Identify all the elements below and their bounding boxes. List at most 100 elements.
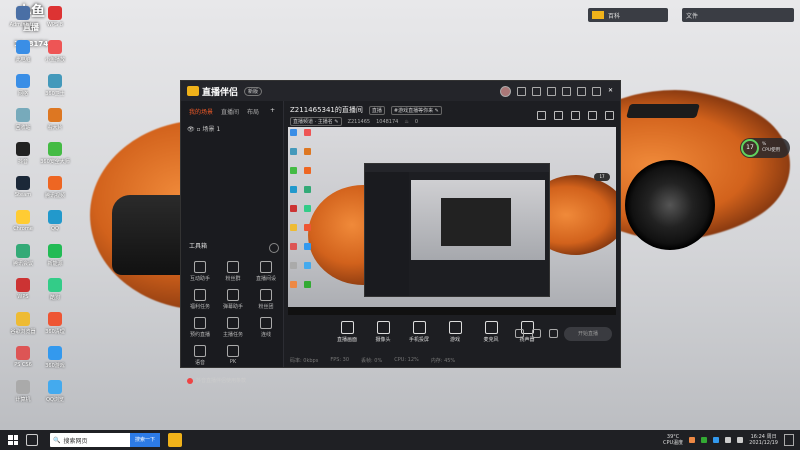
control-bar: 直播画面 摄像头 手机投屏 游戏 麦克风 扬声器: [284, 321, 670, 353]
scene-item[interactable]: 👁 ▫ 场景 1: [181, 122, 283, 135]
room-chip-topic[interactable]: #游戏直播等你来 ✎: [390, 105, 442, 115]
tool-label: 连线: [260, 332, 271, 338]
search-button[interactable]: 搜索一下: [130, 433, 160, 447]
camera-icon[interactable]: [515, 329, 524, 338]
preview-desktop-icon: [290, 243, 297, 250]
minimize-icon[interactable]: [577, 86, 586, 96]
wallpaper-car-wheel: [625, 160, 715, 250]
app-name: 直播伴侣: [202, 87, 239, 98]
tool-icon: [260, 289, 272, 301]
preview-desktop-icon: [304, 167, 311, 174]
maximize-icon[interactable]: [592, 86, 601, 96]
tool-item[interactable]: 连线: [251, 317, 281, 338]
tool-item[interactable]: 粉丝群: [218, 261, 248, 282]
top-widget-right[interactable]: 文件: [682, 8, 794, 22]
desktop-icon[interactable]: 新能源: [34, 244, 76, 267]
add-scene-icon[interactable]: +: [270, 107, 275, 116]
tool-item[interactable]: PK: [218, 345, 248, 365]
room-chip-type[interactable]: 直播: [368, 105, 385, 115]
desktop-icon[interactable]: 360卫士: [34, 74, 76, 97]
top-widget-left[interactable]: 百科: [588, 8, 668, 22]
nested-inner-window: [441, 198, 511, 246]
tools-title: 工具箱: [189, 243, 208, 250]
tools-more-icon[interactable]: [269, 243, 279, 253]
control-button[interactable]: 手机投屏: [406, 321, 432, 343]
eye-icon[interactable]: 👁: [187, 126, 195, 133]
tool-label: 预约直播: [189, 332, 210, 338]
desktop-icon[interactable]: WPS 8: [34, 6, 76, 28]
control-button[interactable]: 游戏: [442, 321, 468, 343]
windows-start-icon[interactable]: [8, 435, 18, 445]
app-icon: [48, 244, 62, 258]
live-preview[interactable]: 17: [288, 127, 616, 315]
info-icon[interactable]: [532, 329, 541, 338]
lock-icon[interactable]: ▫: [197, 126, 201, 133]
taskbar: 🔍 搜索网页 搜索一下 39°C CPU温度 16:24 周日 2021/12/…: [0, 430, 800, 450]
task-view-icon[interactable]: [26, 434, 38, 446]
tab-scenes[interactable]: 我的场景: [189, 107, 213, 116]
go-live-button[interactable]: 开始直播: [564, 327, 612, 341]
avatar[interactable]: [500, 85, 511, 97]
tool-icon: [194, 345, 206, 357]
skin-icon[interactable]: [547, 86, 556, 96]
tool-item[interactable]: 直播间设: [251, 261, 281, 282]
tool-item[interactable]: 粉丝团: [251, 289, 281, 310]
tab-room[interactable]: 直播间: [221, 107, 239, 116]
share-icon[interactable]: [605, 111, 614, 120]
main-area: Z211465341的直播间 直播 #游戏直播等你来 ✎ 直播频道 · 主播名 …: [284, 101, 620, 367]
taskbar-app-zhibo-icon[interactable]: [168, 433, 182, 447]
shop-icon[interactable]: [554, 111, 563, 120]
status-item: 码率: 0kbps: [290, 358, 319, 364]
desktop-icon[interactable]: 360清理: [34, 312, 76, 335]
left-pane: 我的场景 直播间 布局 + 👁 ▫ 场景 1 工具箱 互动助手 粉丝群 直播间设福利…: [181, 101, 284, 384]
desktop-icons: Administ... WPS 8 此电脑 小鱼播放 网络 360卫士 回收站 看大片 抖音 36…: [2, 0, 94, 430]
record-icon[interactable]: [571, 111, 580, 120]
tool-item[interactable]: 福利任务: [185, 289, 215, 310]
desktop-icon[interactable]: 腾讯视频: [34, 176, 76, 199]
tool-item[interactable]: 预约直播: [185, 317, 215, 338]
tool-label: 语音: [194, 360, 205, 366]
clock[interactable]: 16:24 周日 2021/12/19: [749, 434, 778, 446]
tool-item[interactable]: 互动助手: [185, 261, 215, 282]
close-icon[interactable]: ✕: [607, 87, 614, 95]
room-channel[interactable]: 直播频道 · 主播名 ✎: [290, 117, 342, 126]
desktop-icon[interactable]: 360游戏: [34, 346, 76, 369]
control-button[interactable]: 直播画面: [334, 321, 360, 343]
settings-icon[interactable]: [532, 86, 541, 96]
taskbar-search[interactable]: 🔍 搜索网页 搜索一下: [50, 433, 160, 447]
cpu-widget[interactable]: 17 % CPU使用: [740, 138, 790, 158]
desktop-icon-label: 360卫士: [45, 91, 65, 97]
app-icon: [48, 380, 62, 394]
bell-icon[interactable]: [588, 111, 597, 120]
control-button[interactable]: 麦克风: [478, 321, 504, 343]
control-button[interactable]: 摄像头: [370, 321, 396, 343]
tool-item[interactable]: 弹幕助手: [218, 289, 248, 310]
control-label: 手机投屏: [408, 337, 429, 343]
desktop-icon[interactable]: 小鱼播放: [34, 40, 76, 63]
message-icon[interactable]: [517, 86, 526, 96]
network-icon[interactable]: [725, 437, 732, 443]
desktop-icon[interactable]: 360安全大师: [34, 142, 76, 165]
notice[interactable]: 抖音直播伴侣使用条款: [187, 377, 246, 384]
desktop-icon[interactable]: 看大片: [34, 108, 76, 131]
control-label: 麦克风: [483, 337, 499, 343]
notification-icon[interactable]: [784, 434, 794, 446]
desktop-icon[interactable]: 酷狗: [34, 278, 76, 301]
tool-item[interactable]: 主播任务: [218, 317, 248, 338]
tray-app-icon[interactable]: [701, 437, 708, 443]
tray-app-icon[interactable]: [689, 437, 696, 443]
tool-label: 互动助手: [189, 276, 210, 282]
desktop-icon[interactable]: QQ浏览: [34, 380, 76, 403]
tray-app-icon[interactable]: [713, 437, 720, 443]
menu-icon[interactable]: [562, 86, 571, 96]
volume-icon[interactable]: [737, 437, 744, 443]
gift-icon[interactable]: [537, 111, 546, 120]
control-label: 摄像头: [375, 337, 391, 343]
gear-icon[interactable]: [549, 329, 558, 338]
tool-icon: [194, 317, 206, 329]
tab-layout[interactable]: 布局: [247, 107, 259, 116]
preview-desktop-icon: [304, 205, 311, 212]
desktop-icon[interactable]: QQ: [34, 210, 76, 232]
nested-left-pane: [365, 172, 409, 296]
tool-item[interactable]: 语音: [185, 345, 215, 366]
